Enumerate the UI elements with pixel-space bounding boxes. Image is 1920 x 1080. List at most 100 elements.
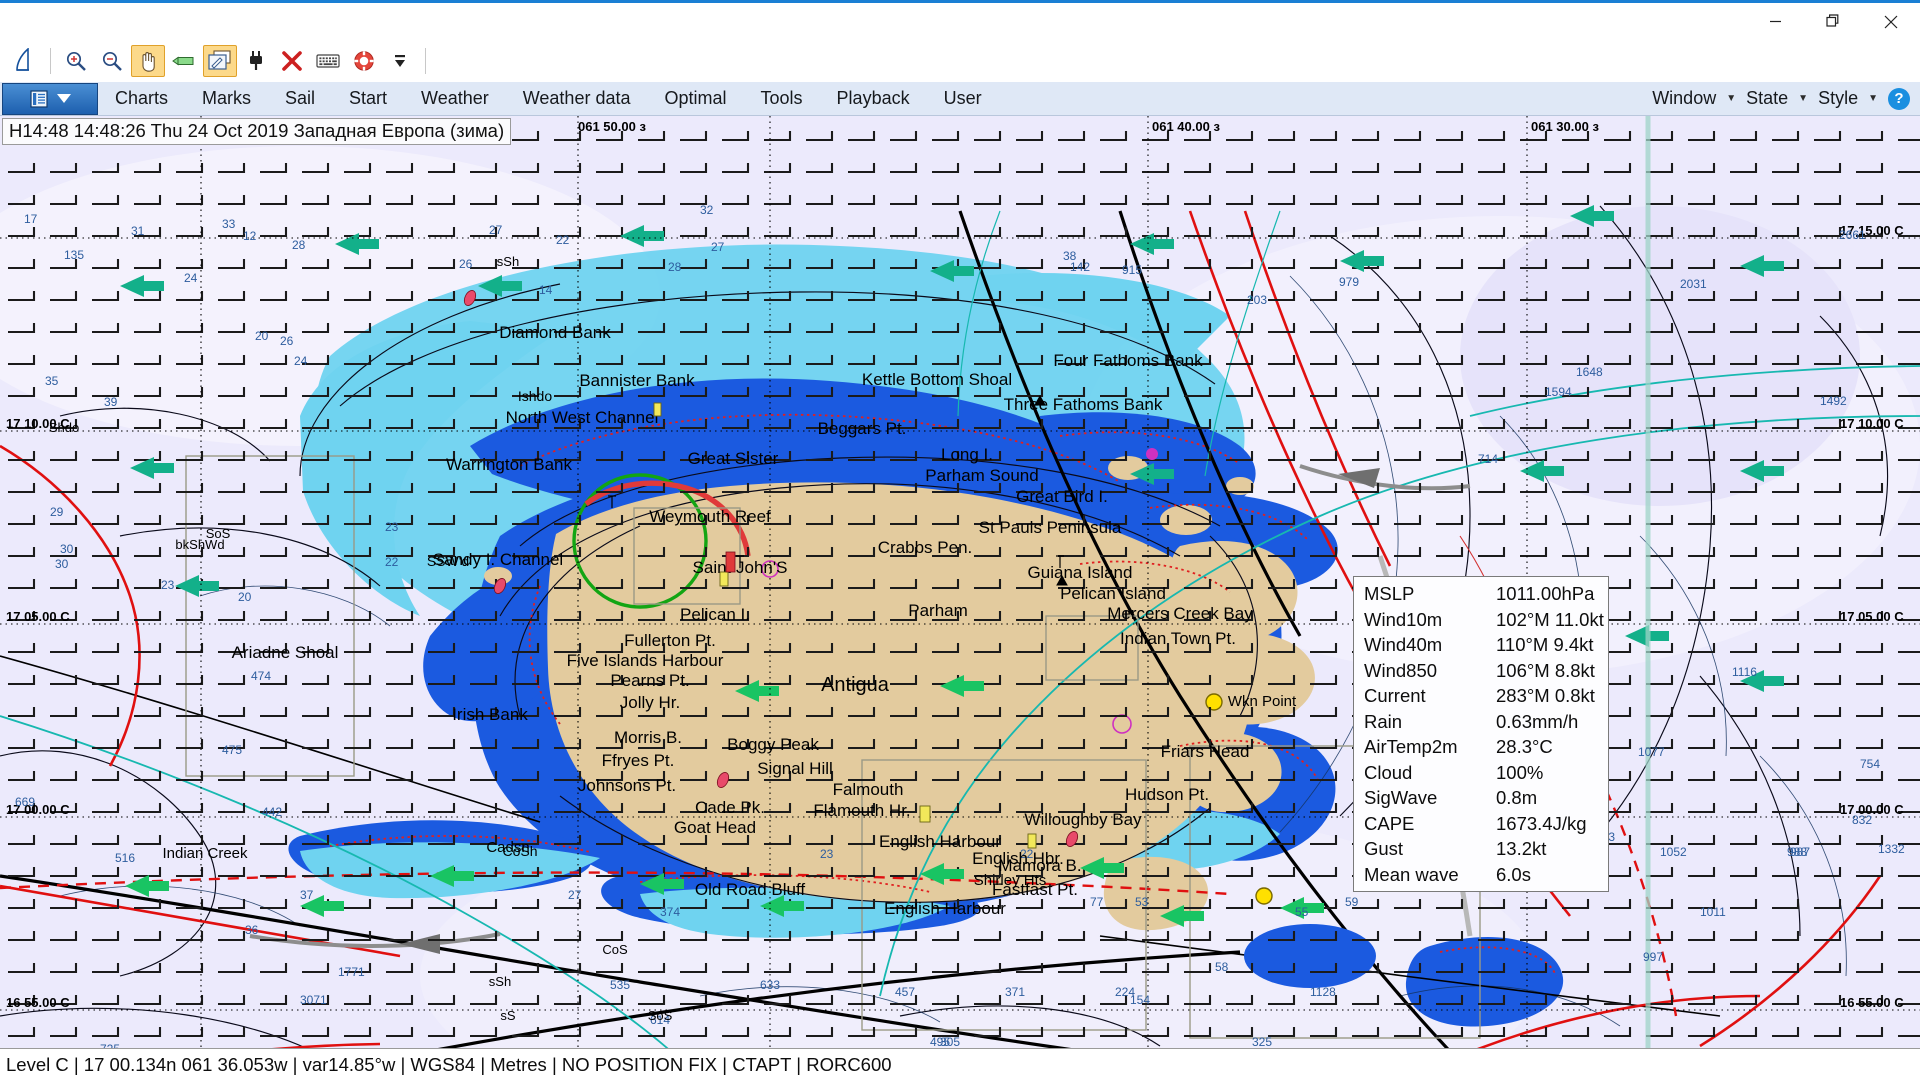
weather-key: Gust — [1364, 838, 1404, 859]
chart-place-label: Willoughby Bay — [1024, 810, 1142, 829]
status-bar: Level C | 17 00.134n 061 36.053w | var14… — [0, 1048, 1920, 1080]
depth-sounding: 442 — [262, 805, 282, 819]
depth-sounding: 30 — [55, 557, 69, 571]
weather-key: Rain — [1364, 710, 1403, 732]
weather-value: 0.63mm/h — [1496, 710, 1579, 732]
menu-item-marks[interactable]: Marks — [185, 82, 268, 116]
menu-item-optimal[interactable]: Optimal — [648, 82, 744, 116]
depth-sounding: 26 — [280, 334, 294, 348]
depth-sounding: 142 — [1070, 260, 1090, 274]
sail-logo-icon[interactable] — [8, 45, 42, 77]
menu-item-playback[interactable]: Playback — [820, 82, 927, 116]
weather-key: CAPE — [1364, 812, 1415, 834]
menu-item-charts[interactable]: Charts — [98, 82, 185, 116]
depth-sounding: 77 — [1090, 895, 1104, 909]
chart-place-label: Friars Head — [1161, 742, 1250, 761]
menu-item-window[interactable]: Window — [1646, 82, 1722, 116]
depth-sounding: 997 — [1643, 950, 1663, 964]
chart-place-label: SoS — [648, 1008, 673, 1023]
chart-place-label: Johnsons Pt. — [578, 776, 676, 795]
menu-bar-right-group: Window ▼ State ▼ Style ▼ ? — [1646, 82, 1910, 116]
keyboard-icon[interactable] — [311, 45, 345, 77]
weather-row-rain: Rain 0.63mm/h — [1354, 709, 1608, 735]
depth-sounding: 725 — [100, 1042, 120, 1048]
close-button[interactable] — [1862, 3, 1920, 40]
chart-place-label: Shdo — [49, 420, 79, 435]
dropdown-icon[interactable] — [383, 45, 417, 77]
chart-place-label: Diamond Bank — [499, 323, 611, 342]
depth-sounding: 1594 — [1545, 385, 1572, 399]
chevron-down-icon-state[interactable]: ▼ — [1798, 93, 1808, 104]
chart-place-label: Flamouth Hr. — [813, 801, 910, 820]
menu-item-user[interactable]: User — [927, 82, 999, 116]
lifebuoy-icon[interactable] — [347, 45, 381, 77]
depth-sounding: 12 — [243, 229, 257, 243]
chart-place-label: Ariadne Shoal — [232, 643, 339, 662]
chart-place-label: Crabbs Pen. — [878, 538, 973, 557]
chart-place-label: Irish Bank — [452, 705, 528, 724]
depth-sounding: 39 — [104, 395, 118, 409]
menu-item-style[interactable]: Style — [1812, 82, 1864, 116]
weather-key: SigWave — [1364, 787, 1438, 808]
chart-place-label: sSh — [489, 974, 511, 989]
weather-value: 13.2kt — [1496, 838, 1547, 859]
depth-sounding: 1332 — [1878, 842, 1905, 856]
pencil-icon[interactable] — [167, 45, 201, 77]
weather-value: 28.3°C — [1496, 736, 1553, 757]
menu-item-state[interactable]: State — [1740, 82, 1794, 116]
depth-sounding: 23 — [385, 520, 399, 534]
edit-window-icon[interactable] — [203, 45, 237, 77]
chart-canvas[interactable]: 17 15.00 C 17 10.00 C 17 05.00 C 17 00.0… — [0, 116, 1920, 1048]
maximize-restore-button[interactable] — [1804, 3, 1862, 40]
chart-place-label: Mercers Creek Bay — [1107, 604, 1253, 623]
depth-sounding: 36 — [245, 923, 259, 937]
depth-sounding: 24 — [294, 354, 308, 368]
help-icon[interactable]: ? — [1888, 87, 1910, 110]
depth-sounding: 2661 — [1839, 228, 1866, 242]
delete-x-icon[interactable] — [275, 45, 309, 77]
weather-key: MSLP — [1364, 583, 1415, 604]
chart-place-label: Falmouth — [833, 780, 904, 799]
chevron-down-icon-window[interactable]: ▼ — [1726, 93, 1736, 104]
depth-sounding: 371 — [1005, 985, 1025, 999]
chart-place-label: Four Fathoms Bank — [1053, 351, 1203, 370]
zoom-out-icon[interactable] — [95, 45, 129, 77]
chart-place-label: Old Road Bluff — [695, 880, 806, 899]
window-controls — [1746, 3, 1920, 40]
menu-item-start[interactable]: Start — [332, 82, 404, 116]
chart-place-label: Wkn Point — [1228, 693, 1297, 710]
svg-text:17 05.00 C: 17 05.00 C — [6, 609, 70, 624]
chart-place-label: Signal Hill — [757, 759, 833, 778]
chart-place-label: Three Fathoms Bank — [1004, 395, 1163, 414]
menu-item-sail[interactable]: Sail — [268, 82, 332, 116]
depth-sounding: 2031 — [1680, 277, 1707, 291]
plug-icon[interactable] — [239, 45, 273, 77]
chevron-down-icon-style[interactable]: ▼ — [1868, 93, 1878, 104]
toolbar-separator-2 — [425, 48, 426, 74]
document-menu-button[interactable] — [2, 82, 98, 115]
menu-item-weather-data[interactable]: Weather data — [506, 82, 648, 116]
chart-place-label: Warrington Bank — [446, 455, 572, 474]
weather-key: Wind40m — [1364, 634, 1443, 655]
menu-item-tools[interactable]: Tools — [744, 82, 820, 116]
depth-sounding: 30 — [60, 542, 74, 556]
chart-place-label: Indian Creek — [162, 845, 248, 862]
chart-place-label: Guiana Island — [1028, 563, 1133, 582]
depth-sounding: 35 — [45, 374, 59, 388]
svg-text:17 05.00 C: 17 05.00 C — [1840, 609, 1904, 624]
menu-item-weather[interactable]: Weather — [404, 82, 506, 116]
minimize-button[interactable] — [1746, 3, 1804, 40]
weather-key: Current — [1364, 685, 1426, 706]
depth-sounding: 1128 — [1310, 985, 1336, 999]
weather-value: 6.0s — [1496, 863, 1531, 885]
chart-place-label: Cade Pk. — [695, 798, 765, 817]
svg-text:16 55.00 C: 16 55.00 C — [1840, 995, 1904, 1010]
chart-place-label: Pearns Pt. — [610, 671, 689, 690]
weather-row-current: Current 283°M 0.8kt — [1354, 683, 1608, 709]
chart-place-label: Beggars Pt. — [818, 419, 907, 438]
depth-sounding: 27 — [711, 240, 725, 254]
pan-hand-icon[interactable] — [131, 45, 165, 77]
chart-place-label: St Pauls Peninsula — [979, 518, 1122, 537]
depth-sounding: 29 — [50, 505, 64, 519]
zoom-in-icon[interactable] — [59, 45, 93, 77]
